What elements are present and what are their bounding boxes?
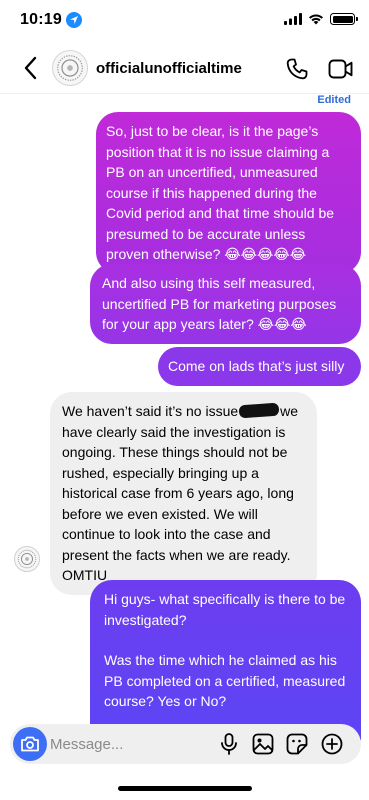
status-time: 10:19	[20, 11, 62, 28]
wifi-icon	[309, 14, 323, 25]
sent-message[interactable]: And also using this self measured, uncer…	[90, 264, 361, 344]
location-arrow-icon	[66, 12, 82, 28]
message-text-start: We haven’t said it’s no issue	[62, 403, 239, 419]
chat-header: officialunofficialtime	[0, 44, 369, 94]
home-indicator	[118, 786, 252, 791]
phone-icon[interactable]	[285, 57, 309, 81]
message-text: And also using this self measured, uncer…	[102, 275, 337, 332]
sticker-icon[interactable]	[286, 733, 308, 755]
gallery-icon[interactable]	[252, 733, 274, 755]
message-paragraph: Was the time which he claimed as his PB …	[104, 652, 346, 709]
received-message[interactable]: We haven’t said it’s no issue we have cle…	[50, 392, 317, 595]
status-indicators	[284, 13, 358, 25]
video-call-icon[interactable]	[328, 58, 354, 80]
signal-icon	[284, 13, 302, 25]
message-text: Come on lads that’s just silly	[168, 358, 345, 374]
camera-icon	[21, 736, 39, 752]
sender-avatar[interactable]	[14, 546, 40, 572]
message-text-end: we have clearly said the investigation i…	[62, 403, 299, 583]
sent-message[interactable]: So, just to be clear, is it the page’s p…	[96, 112, 361, 274]
account-avatar[interactable]	[52, 50, 88, 86]
sent-message[interactable]: Come on lads that’s just silly	[158, 347, 361, 386]
message-text: So, just to be clear, is it the page’s p…	[106, 123, 335, 262]
plus-icon[interactable]	[321, 733, 343, 755]
battery-icon	[330, 13, 358, 25]
redaction-mark	[238, 402, 280, 419]
camera-button[interactable]	[13, 727, 47, 761]
message-composer	[10, 724, 361, 764]
edited-label: Edited	[317, 94, 351, 106]
sent-message[interactable]: Hi guys- what specifically is there to b…	[90, 580, 361, 740]
status-bar: 10:19	[0, 0, 369, 44]
back-chevron-icon[interactable]	[20, 55, 42, 81]
microphone-icon[interactable]	[220, 733, 238, 755]
account-name[interactable]: officialunofficialtime	[96, 60, 242, 77]
message-paragraph: Hi guys- what specifically is there to b…	[104, 591, 346, 628]
message-input[interactable]	[50, 724, 210, 764]
